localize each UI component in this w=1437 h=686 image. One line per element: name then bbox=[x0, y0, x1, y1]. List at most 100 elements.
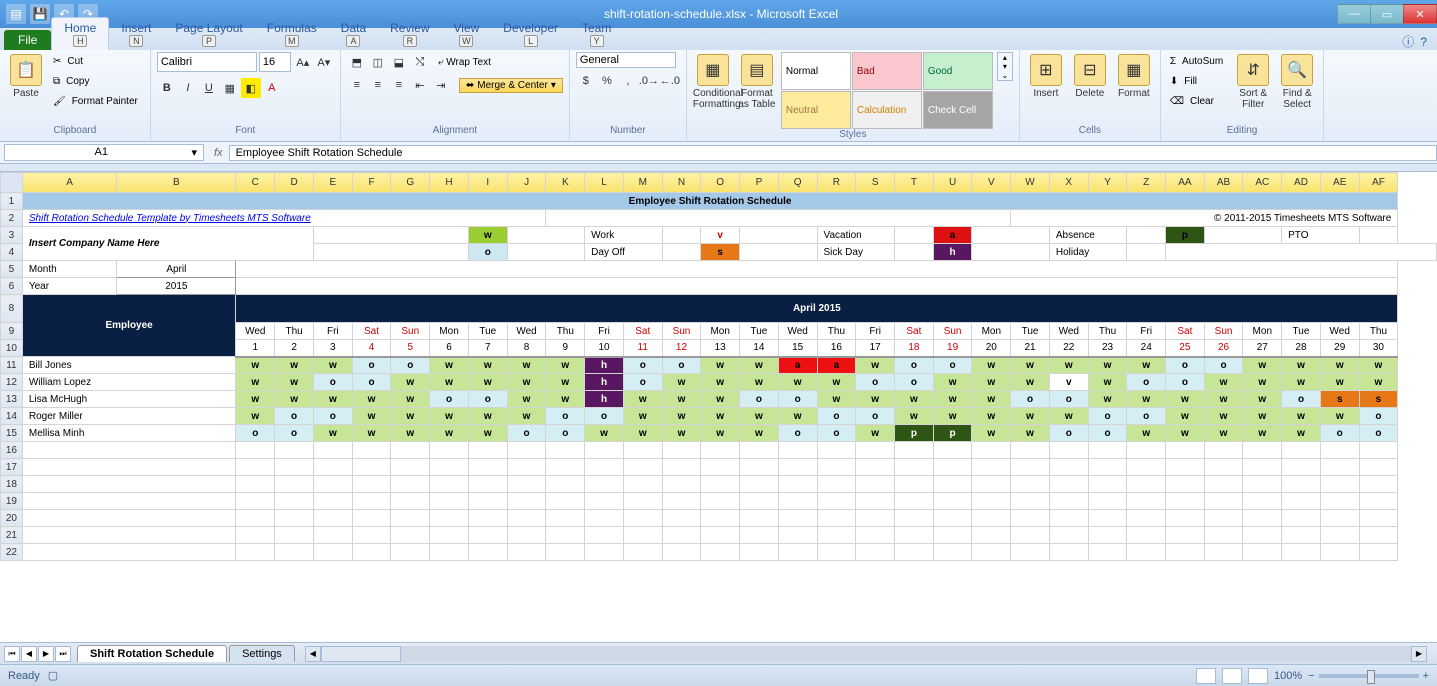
shift-cell[interactable]: w bbox=[895, 391, 934, 408]
conditional-formatting-button[interactable]: ▦Conditional Formatting bbox=[693, 52, 733, 110]
shift-cell[interactable]: w bbox=[1243, 391, 1282, 408]
save-icon[interactable]: 💾 bbox=[30, 4, 50, 24]
shift-cell[interactable]: w bbox=[507, 408, 546, 425]
shift-cell[interactable]: w bbox=[662, 425, 701, 442]
shift-cell[interactable]: w bbox=[275, 357, 314, 374]
decrease-font-icon[interactable]: A▾ bbox=[314, 52, 334, 72]
shift-cell[interactable]: o bbox=[275, 408, 314, 425]
row-header[interactable]: 8 bbox=[1, 295, 23, 323]
shift-cell[interactable]: w bbox=[662, 374, 701, 391]
shift-cell[interactable]: w bbox=[972, 425, 1011, 442]
cell[interactable] bbox=[1243, 527, 1282, 544]
cell[interactable] bbox=[1166, 476, 1205, 493]
cell[interactable] bbox=[817, 459, 856, 476]
shift-cell[interactable]: w bbox=[740, 374, 779, 391]
col-header[interactable]: E bbox=[313, 173, 352, 193]
shift-cell[interactable]: w bbox=[430, 374, 469, 391]
cell[interactable] bbox=[701, 459, 740, 476]
cell[interactable] bbox=[313, 476, 352, 493]
cell[interactable] bbox=[391, 544, 430, 561]
cell[interactable] bbox=[1049, 510, 1088, 527]
increase-decimal-icon[interactable]: .0→ bbox=[639, 71, 659, 91]
cell[interactable] bbox=[740, 527, 779, 544]
bold-button[interactable]: B bbox=[157, 78, 177, 98]
cell[interactable] bbox=[585, 476, 624, 493]
cell[interactable] bbox=[468, 459, 507, 476]
row-header[interactable]: 14 bbox=[1, 408, 23, 425]
shift-cell[interactable]: o bbox=[856, 374, 895, 391]
cell[interactable] bbox=[1088, 493, 1127, 510]
shift-cell[interactable]: w bbox=[1320, 374, 1359, 391]
shift-cell[interactable]: p bbox=[895, 425, 934, 442]
col-header[interactable]: R bbox=[817, 173, 856, 193]
shift-cell[interactable]: w bbox=[236, 408, 275, 425]
file-tab[interactable]: File bbox=[4, 30, 51, 50]
shift-cell[interactable]: w bbox=[701, 391, 740, 408]
row-header[interactable]: 13 bbox=[1, 391, 23, 408]
shift-cell[interactable]: o bbox=[778, 391, 817, 408]
clear-button[interactable]: ⌫ Clear bbox=[1167, 92, 1229, 111]
shift-cell[interactable]: w bbox=[933, 408, 972, 425]
col-header[interactable]: I bbox=[468, 173, 507, 193]
cell[interactable] bbox=[1282, 476, 1321, 493]
cell[interactable] bbox=[1011, 442, 1050, 459]
cell[interactable] bbox=[352, 493, 391, 510]
cell[interactable] bbox=[352, 510, 391, 527]
cell[interactable] bbox=[546, 476, 585, 493]
cell[interactable] bbox=[1243, 493, 1282, 510]
shift-cell[interactable]: o bbox=[585, 408, 624, 425]
company-name[interactable]: Insert Company Name Here bbox=[22, 227, 313, 261]
row-header[interactable]: 20 bbox=[1, 510, 23, 527]
help-icon[interactable]: ? bbox=[1420, 35, 1427, 49]
shift-cell[interactable]: w bbox=[1204, 391, 1243, 408]
shift-cell[interactable]: o bbox=[313, 374, 352, 391]
shift-cell[interactable]: w bbox=[1320, 357, 1359, 374]
cell[interactable] bbox=[507, 476, 546, 493]
cell[interactable] bbox=[1011, 510, 1050, 527]
cell[interactable] bbox=[546, 510, 585, 527]
shift-cell[interactable]: w bbox=[430, 425, 469, 442]
cell[interactable] bbox=[856, 510, 895, 527]
cell[interactable] bbox=[1320, 459, 1359, 476]
shift-cell[interactable]: w bbox=[391, 374, 430, 391]
cell[interactable] bbox=[623, 476, 662, 493]
cell[interactable] bbox=[1011, 544, 1050, 561]
cell[interactable] bbox=[701, 442, 740, 459]
row-header[interactable]: 16 bbox=[1, 442, 23, 459]
cell[interactable] bbox=[1204, 459, 1243, 476]
cell[interactable] bbox=[275, 476, 314, 493]
format-as-table-button[interactable]: ▤Format as Table bbox=[737, 52, 777, 110]
shift-cell[interactable]: w bbox=[1011, 408, 1050, 425]
shift-cell[interactable]: w bbox=[1243, 374, 1282, 391]
cell[interactable] bbox=[895, 544, 934, 561]
shift-cell[interactable]: w bbox=[662, 408, 701, 425]
shift-cell[interactable]: w bbox=[856, 391, 895, 408]
cell[interactable] bbox=[468, 442, 507, 459]
underline-button[interactable]: U bbox=[199, 78, 219, 98]
cell[interactable] bbox=[391, 476, 430, 493]
shift-cell[interactable]: o bbox=[1282, 391, 1321, 408]
shift-cell[interactable]: w bbox=[1088, 391, 1127, 408]
cell[interactable] bbox=[662, 527, 701, 544]
col-header[interactable]: D bbox=[275, 173, 314, 193]
shift-cell[interactable]: o bbox=[662, 357, 701, 374]
tab-first-icon[interactable]: ⏮ bbox=[4, 646, 20, 662]
col-header[interactable]: Y bbox=[1088, 173, 1127, 193]
shift-cell[interactable]: w bbox=[1204, 425, 1243, 442]
cell[interactable] bbox=[972, 493, 1011, 510]
cell[interactable] bbox=[856, 544, 895, 561]
col-header[interactable]: L bbox=[585, 173, 624, 193]
cell[interactable] bbox=[468, 544, 507, 561]
shift-cell[interactable]: o bbox=[1011, 391, 1050, 408]
cell[interactable] bbox=[662, 493, 701, 510]
shift-cell[interactable]: w bbox=[662, 391, 701, 408]
shift-cell[interactable]: w bbox=[1243, 357, 1282, 374]
cell[interactable] bbox=[1049, 442, 1088, 459]
col-header[interactable]: U bbox=[933, 173, 972, 193]
cell[interactable] bbox=[391, 527, 430, 544]
shift-cell[interactable]: o bbox=[1049, 425, 1088, 442]
col-header[interactable]: H bbox=[430, 173, 469, 193]
cell[interactable] bbox=[778, 442, 817, 459]
shift-cell[interactable]: h bbox=[585, 357, 624, 374]
shift-cell[interactable]: w bbox=[740, 425, 779, 442]
